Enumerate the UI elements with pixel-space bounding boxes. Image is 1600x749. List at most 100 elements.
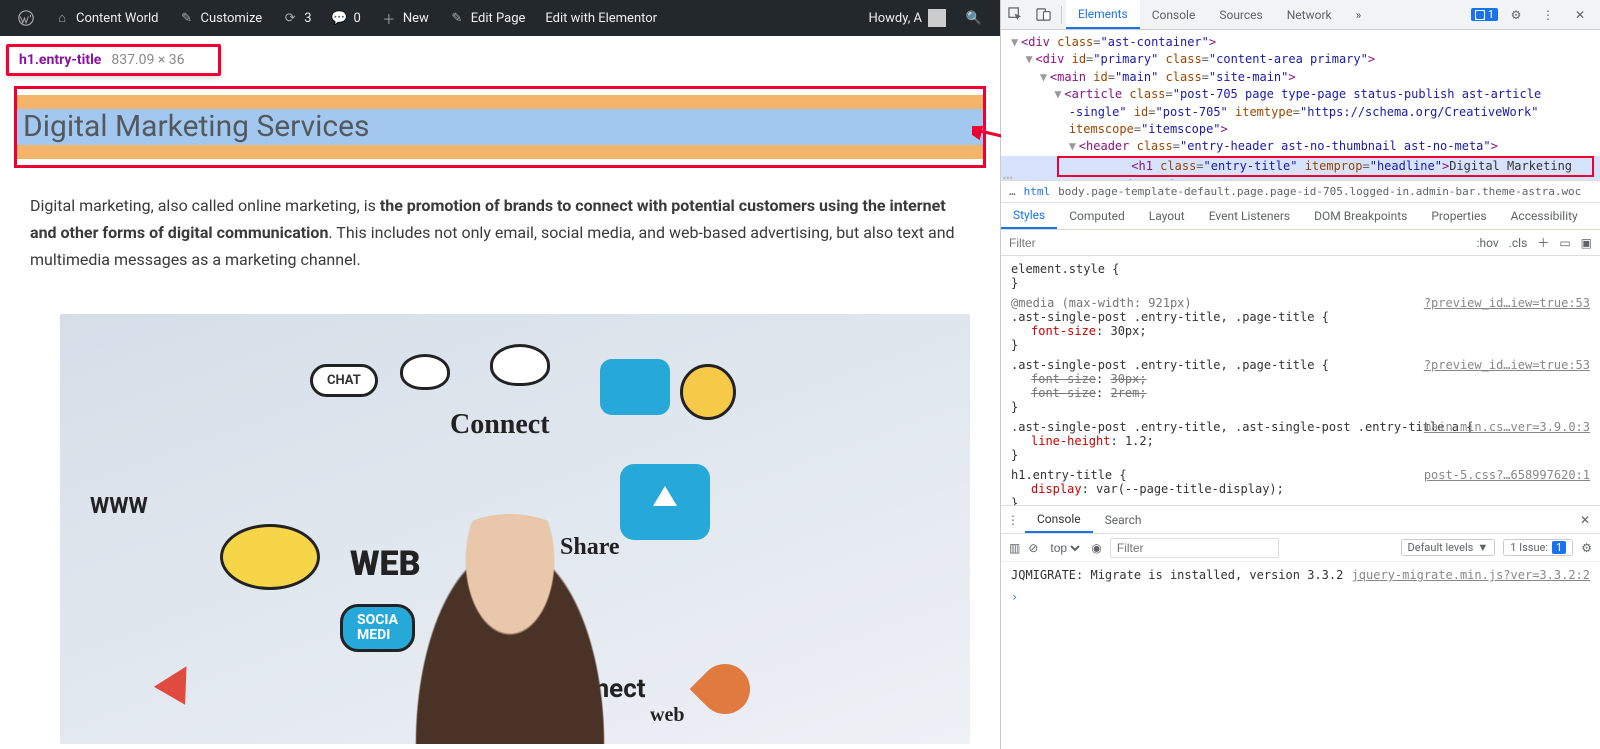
console-clear[interactable]: ⊘ xyxy=(1028,541,1038,555)
intro-paragraph: Digital marketing, also called online ma… xyxy=(30,192,970,274)
article-content: Digital marketing, also called online ma… xyxy=(30,192,970,274)
subtab-layout[interactable]: Layout xyxy=(1137,203,1197,229)
device-toolbar-button[interactable] xyxy=(1029,1,1057,29)
new-style-rule[interactable]: ＋ xyxy=(1537,234,1549,251)
drawer-kebab[interactable]: ⋮ xyxy=(1001,513,1025,527)
new-link[interactable]: ＋New xyxy=(371,0,439,36)
subtab-accessibility[interactable]: Accessibility xyxy=(1499,203,1590,229)
crumb-body[interactable]: body.page-template-default.page.page-id-… xyxy=(1058,185,1581,198)
css-rule[interactable]: main.min.cs…ver=3.9.0:3.ast-single-post … xyxy=(1011,420,1590,462)
pencil-icon: ✎ xyxy=(449,10,465,26)
styles-rules[interactable]: element.style {} @media (max-width: 921p… xyxy=(1001,256,1600,506)
tab-sources[interactable]: Sources xyxy=(1207,0,1274,29)
drawer-close[interactable]: ✕ xyxy=(1570,513,1600,527)
hov-toggle[interactable]: :hov xyxy=(1477,236,1499,250)
styles-filter-row: :hov .cls ＋ ▭ ▣ xyxy=(1001,230,1600,256)
doodle-bubble-blue xyxy=(600,359,670,415)
doodle-web-small: web xyxy=(650,704,684,727)
selected-dom-node[interactable]: <h1 class="entry-title" itemprop="headli… xyxy=(1057,156,1594,177)
rule-source-link[interactable]: ?preview_id…iew=true:53 xyxy=(1424,358,1590,372)
console-levels[interactable]: Default levels ▼ xyxy=(1401,539,1496,556)
brush-icon: ✎ xyxy=(179,10,195,26)
console-message: jquery-migrate.min.js?ver=3.3.2:2 JQMIGR… xyxy=(1011,568,1590,582)
inspect-dimensions: 837.09 × 36 xyxy=(111,52,184,68)
page-title: Digital Marketing Services xyxy=(17,109,983,145)
drawer-tab-search[interactable]: Search xyxy=(1093,506,1154,533)
customize-link[interactable]: ✎ Customize xyxy=(169,0,273,36)
updates-count: 3 xyxy=(304,11,311,26)
site-name[interactable]: ⌂ Content World xyxy=(44,0,169,36)
inspect-element-button[interactable] xyxy=(1001,1,1029,29)
howdy-user[interactable]: Howdy, A xyxy=(858,0,956,36)
drawer-tabs: ⋮ Console Search ✕ xyxy=(1001,506,1600,534)
subtab-event-listeners[interactable]: Event Listeners xyxy=(1197,203,1302,229)
customize-label: Customize xyxy=(201,11,263,26)
console-sidebar-toggle[interactable]: ▥ xyxy=(1009,541,1020,555)
crumb-html[interactable]: html xyxy=(1024,185,1051,198)
tab-console[interactable]: Console xyxy=(1140,0,1208,29)
tab-more[interactable]: » xyxy=(1344,0,1374,29)
devtools-toolbar: Elements Console Sources Network » 1 ⚙ ⋮… xyxy=(1001,0,1600,30)
edit-elementor-link[interactable]: Edit with Elementor xyxy=(535,0,667,36)
site-name-label: Content World xyxy=(76,11,159,26)
console-context-select[interactable]: top xyxy=(1046,540,1083,556)
dashboard-icon: ⌂ xyxy=(54,10,70,26)
subtab-properties[interactable]: Properties xyxy=(1419,203,1498,229)
doodle-arrow-red xyxy=(154,657,202,704)
devtools-panel: Elements Console Sources Network » 1 ⚙ ⋮… xyxy=(1000,0,1600,749)
css-rule[interactable]: post-5.css?…658997620:1h1.entry-title { … xyxy=(1011,468,1590,506)
edit-page-link[interactable]: ✎Edit Page xyxy=(439,0,536,36)
doodle-connect: Connect xyxy=(450,409,550,441)
styles-filter-input[interactable] xyxy=(1001,236,1361,250)
inspect-selector: h1.entry-title xyxy=(19,52,101,68)
console-issues-pill[interactable]: 1 Issue: 1 xyxy=(1503,539,1573,556)
console-message-source[interactable]: jquery-migrate.min.js?ver=3.3.2:2 xyxy=(1352,568,1590,582)
console-message-text: JQMIGRATE: Migrate is installed, version… xyxy=(1011,568,1343,582)
comments-link[interactable]: 💬0 xyxy=(322,0,371,36)
dom-tree[interactable]: ▼<div class="ast-container"> ▼<div id="p… xyxy=(1001,30,1600,180)
css-rule[interactable]: ?preview_id…iew=true:53.ast-single-post … xyxy=(1011,358,1590,414)
css-rule[interactable]: @media (max-width: 921px)?preview_id…iew… xyxy=(1011,296,1590,352)
dom-breadcrumb[interactable]: … html body.page-template-default.page.p… xyxy=(1001,180,1600,202)
styles-subtabs: Styles Computed Layout Event Listeners D… xyxy=(1001,202,1600,230)
console-filter-input[interactable] xyxy=(1110,538,1279,558)
rule-source-link[interactable]: main.min.cs…ver=3.9.0:3 xyxy=(1424,420,1590,434)
drawer-tab-console[interactable]: Console xyxy=(1025,506,1093,533)
rule-source-link[interactable]: ?preview_id…iew=true:53 xyxy=(1424,296,1590,310)
avatar xyxy=(928,9,946,27)
settings-button[interactable]: ⚙ xyxy=(1502,1,1530,29)
comments-count: 0 xyxy=(354,11,361,26)
search-toggle[interactable]: 🔍 xyxy=(956,0,992,36)
rule-element-style: element.style {} xyxy=(1011,262,1590,290)
console-prompt[interactable]: › xyxy=(1011,590,1018,604)
console-eye-icon[interactable]: ◉ xyxy=(1091,541,1101,555)
doodle-clock xyxy=(680,364,736,420)
crumb-ellipsis[interactable]: … xyxy=(1009,185,1016,198)
edit-elementor-label: Edit with Elementor xyxy=(545,11,657,26)
subtab-computed[interactable]: Computed xyxy=(1057,203,1137,229)
cls-toggle[interactable]: .cls xyxy=(1509,236,1528,250)
console-body[interactable]: jquery-migrate.min.js?ver=3.3.2:2 JQMIGR… xyxy=(1001,562,1600,749)
computed-toggle-icon[interactable]: ▭ xyxy=(1559,236,1570,250)
wp-logo[interactable] xyxy=(8,0,44,36)
kebab-menu[interactable]: ⋮ xyxy=(1534,1,1562,29)
rule-selector[interactable]: element.style { xyxy=(1011,262,1119,276)
doodle-chat: CHAT xyxy=(310,364,378,397)
refresh-icon: ⟳ xyxy=(282,10,298,26)
styles-sidebar-toggle[interactable]: ▣ xyxy=(1581,236,1592,250)
doodle-cloud-upload xyxy=(620,464,710,540)
console-settings[interactable]: ⚙ xyxy=(1581,541,1592,555)
close-devtools[interactable]: ✕ xyxy=(1566,1,1594,29)
tab-network[interactable]: Network xyxy=(1275,0,1344,29)
tab-elements[interactable]: Elements xyxy=(1066,0,1140,29)
search-icon: 🔍 xyxy=(966,10,982,26)
issues-badge[interactable]: 1 xyxy=(1471,8,1498,21)
doodle-rocket xyxy=(690,653,761,724)
subtab-styles[interactable]: Styles xyxy=(1001,203,1057,229)
subtab-dom-breakpoints[interactable]: DOM Breakpoints xyxy=(1302,203,1419,229)
dom-gutter-ellipsis[interactable]: ⋯ xyxy=(1003,166,1013,180)
highlighted-title-region: Digital Marketing Services xyxy=(14,86,986,168)
rule-source-link[interactable]: post-5.css?…658997620:1 xyxy=(1424,468,1590,482)
updates-link[interactable]: ⟳3 xyxy=(272,0,321,36)
inspect-tooltip: h1.entry-title 837.09 × 36 xyxy=(6,44,221,76)
